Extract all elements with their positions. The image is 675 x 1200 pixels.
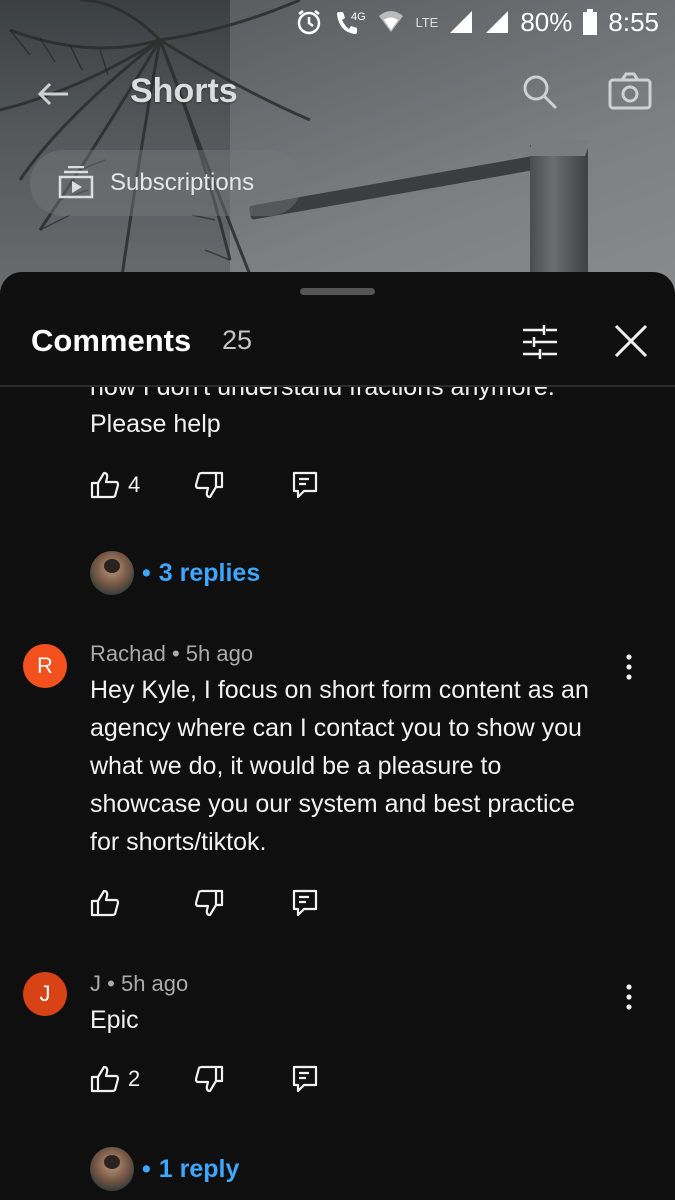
- reply-comment-icon: [292, 1065, 318, 1093]
- view-replies-link[interactable]: • 3 replies: [90, 551, 260, 595]
- bullet: •: [142, 1154, 151, 1183]
- comment-text-line: what we do, it would be a pleasure to: [90, 752, 502, 780]
- reply-author-avatar: [90, 1147, 134, 1191]
- view-replies-link[interactable]: • 1 reply: [90, 1147, 239, 1191]
- lte-label: LTE: [415, 14, 439, 30]
- subscriptions-label: Subscriptions: [110, 169, 255, 196]
- comment-text-line: for shorts/tiktok.: [90, 828, 267, 856]
- truncated-comment-line: now I don't understand fractions anymore…: [90, 387, 555, 401]
- signal-icon: [448, 9, 474, 35]
- thumbs-up-icon: [90, 889, 120, 917]
- comment-text-line: Hey Kyle, I focus on short form content …: [90, 676, 589, 704]
- thumbs-down-icon: [194, 1065, 224, 1093]
- author-name[interactable]: J: [90, 971, 101, 996]
- reply-button[interactable]: [292, 471, 318, 499]
- replies-label: 3 replies: [158, 558, 261, 587]
- wifi-icon: [377, 8, 405, 36]
- battery-icon: [582, 8, 598, 36]
- like-count: 4: [128, 472, 141, 497]
- comment-text-line: agency where can I contact you to show y…: [90, 714, 582, 742]
- back-button[interactable]: [32, 72, 76, 116]
- back-arrow-icon: [37, 82, 68, 106]
- replies-label: 1 reply: [158, 1154, 240, 1183]
- dislike-button[interactable]: [194, 1065, 224, 1093]
- page-title: Shorts: [130, 72, 238, 110]
- reply-author-avatar: [90, 551, 134, 595]
- thumbs-down-icon: [194, 471, 224, 499]
- comments-header: Comments 25: [0, 310, 675, 386]
- sort-filter-button[interactable]: [520, 322, 560, 362]
- close-comments-button[interactable]: [610, 320, 652, 362]
- thumbs-up-icon: [90, 1065, 120, 1093]
- reply-button[interactable]: [292, 1065, 318, 1093]
- avatar-letter: J: [39, 981, 51, 1006]
- reply-button[interactable]: [292, 889, 318, 917]
- comment-meta: J • 5h ago: [90, 971, 188, 997]
- status-bar: 4G LTE 80% 8:55: [0, 0, 675, 44]
- network-4g-label: 4G: [351, 11, 366, 23]
- dislike-button[interactable]: [194, 471, 224, 499]
- filter-sliders-icon: [523, 325, 557, 359]
- like-button[interactable]: 4: [90, 471, 140, 499]
- comment-text-line: showcase you our system and best practic…: [90, 790, 575, 818]
- drag-handle[interactable]: [300, 288, 375, 295]
- search-button[interactable]: [518, 70, 562, 114]
- comment-text: Epic: [90, 1006, 139, 1034]
- bullet: •: [107, 971, 115, 996]
- avatar[interactable]: R: [23, 644, 67, 688]
- comments-sheet: Comments 25 now I don't understand fract…: [0, 272, 675, 1200]
- alarm-icon: [295, 8, 323, 36]
- avatar[interactable]: J: [23, 972, 67, 1016]
- comment-time: 5h ago: [185, 641, 254, 666]
- volte-call-icon: 4G: [333, 8, 367, 36]
- author-name[interactable]: Rachad: [90, 641, 166, 666]
- bullet: •: [171, 641, 180, 666]
- comment-time: 5h ago: [120, 971, 189, 996]
- thumbs-down-icon: [194, 889, 224, 917]
- like-count: 2: [128, 1066, 141, 1091]
- close-icon: [614, 324, 648, 358]
- camera-button[interactable]: [606, 70, 654, 114]
- camera-icon: [608, 72, 652, 110]
- reply-comment-icon: [292, 471, 318, 499]
- bullet: •: [142, 558, 151, 587]
- like-button[interactable]: [90, 889, 120, 917]
- comment-text: Please help: [90, 410, 221, 438]
- search-icon: [523, 75, 558, 110]
- comment-meta: Rachad • 5h ago: [90, 641, 253, 667]
- clock-time: 8:55: [608, 6, 659, 37]
- comment-text: Hey Kyle, I focus on short form content …: [90, 671, 630, 861]
- avatar-letter: R: [37, 653, 53, 678]
- comments-title: Comments: [31, 323, 192, 358]
- subscriptions-icon: [58, 166, 94, 199]
- comments-count: 25: [222, 325, 253, 355]
- dislike-button[interactable]: [194, 889, 224, 917]
- top-app-bar: Shorts: [0, 60, 675, 130]
- battery-percent: 80%: [520, 6, 573, 37]
- like-button[interactable]: 2: [90, 1065, 140, 1093]
- thumbs-up-icon: [90, 471, 120, 499]
- signal-icon-2: [484, 9, 510, 35]
- reply-comment-icon: [292, 889, 318, 917]
- subscriptions-chip[interactable]: Subscriptions: [30, 150, 302, 216]
- comments-list[interactable]: now I don't understand fractions anymore…: [0, 387, 675, 1200]
